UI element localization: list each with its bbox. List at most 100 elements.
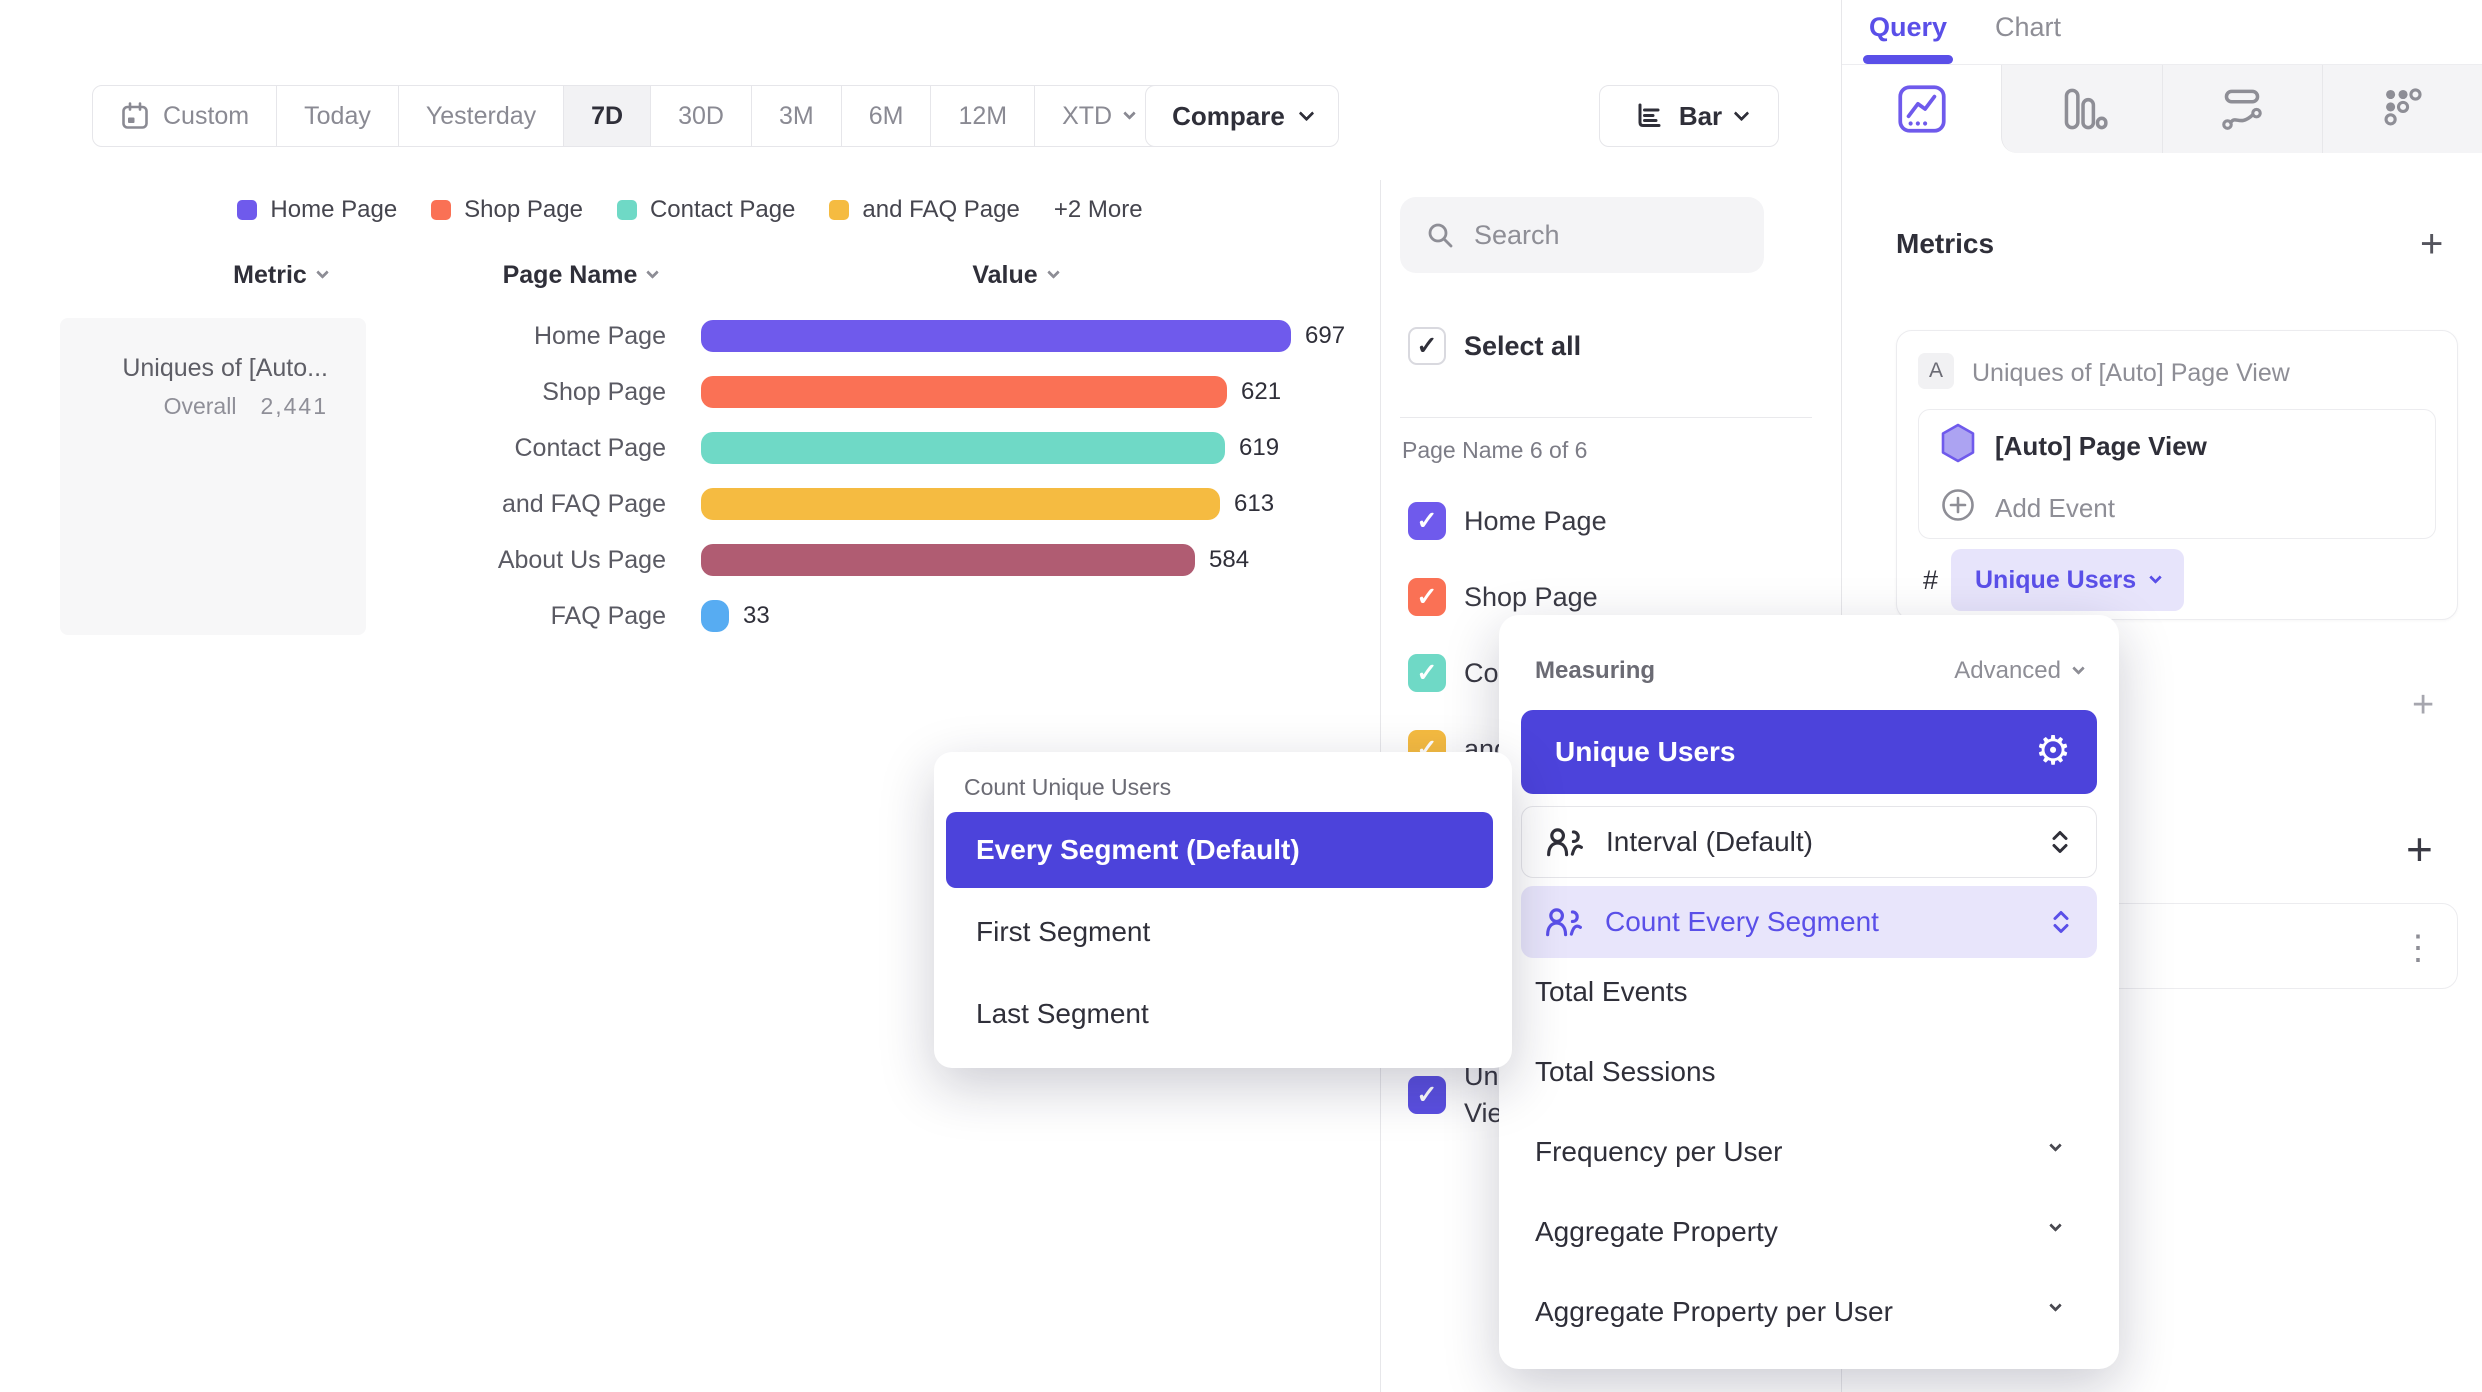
measuring-header: Measuring Advanced xyxy=(1535,657,2083,685)
metric-badge: A xyxy=(1918,353,1954,389)
date-range-12m[interactable]: 12M xyxy=(930,86,1034,146)
column-header-metric[interactable]: Metric xyxy=(190,258,370,292)
measuring-option-total-sessions[interactable]: Total Sessions xyxy=(1535,1052,1716,1092)
series-checkbox-contact-page[interactable]: ✓ xyxy=(1408,654,1446,692)
chevron-down-icon xyxy=(1734,105,1750,121)
chevron-down-icon xyxy=(2149,571,2162,584)
bar-faq-page[interactable] xyxy=(701,600,729,632)
segment-count-popup: Count Unique Users Every Segment (Defaul… xyxy=(934,752,1512,1068)
column-header-value[interactable]: Value xyxy=(900,258,1130,292)
date-range-yesterday[interactable]: Yesterday xyxy=(398,86,563,146)
series-label[interactable]: Home Page xyxy=(1464,502,1607,540)
chevron-down-icon xyxy=(1123,107,1136,120)
date-range-toolbar: Custom Today Yesterday 7D 30D 3M 6M 12M … xyxy=(92,85,1162,147)
legend-swatch xyxy=(237,200,257,220)
chevron-down-icon xyxy=(647,266,660,279)
bar-row: Contact Page 619 xyxy=(0,432,1380,464)
date-range-3m[interactable]: 3M xyxy=(751,86,841,146)
event-name[interactable]: [Auto] Page View xyxy=(1995,431,2207,462)
measuring-option-aggregate-property-per-user[interactable]: Aggregate Property per User xyxy=(1535,1292,2095,1332)
bar-value: 697 xyxy=(1305,320,1345,352)
measuring-option-unique-users[interactable]: Unique Users ⚙ xyxy=(1521,710,2097,794)
add-filter-button[interactable]: + xyxy=(2412,686,2434,724)
interval-selector[interactable]: Interval (Default) xyxy=(1521,806,2097,878)
count-every-segment-selector[interactable]: Count Every Segment xyxy=(1521,886,2097,958)
select-all-checkbox[interactable]: ✓ xyxy=(1408,327,1446,365)
active-tab-indicator xyxy=(1863,55,1953,64)
measure-dropdown[interactable]: Unique Users xyxy=(1951,549,2184,611)
segment-option-first-segment[interactable]: First Segment xyxy=(976,914,1150,950)
select-all-label[interactable]: Select all xyxy=(1464,327,1581,365)
measuring-option-aggregate-property[interactable]: Aggregate Property xyxy=(1535,1212,2095,1252)
add-breakdown-button[interactable]: + xyxy=(2406,826,2433,872)
date-range-xtd[interactable]: XTD xyxy=(1034,86,1161,146)
bar-home-page[interactable] xyxy=(701,320,1291,352)
legend-item[interactable]: Home Page xyxy=(237,196,397,224)
bar-value: 619 xyxy=(1239,432,1279,464)
date-range-6m[interactable]: 6M xyxy=(841,86,931,146)
series-checkbox-shop-page[interactable]: ✓ xyxy=(1408,578,1446,616)
bar-value: 621 xyxy=(1241,376,1281,408)
legend-swatch xyxy=(617,200,637,220)
measuring-title: Measuring xyxy=(1535,657,1655,685)
more-options-icon[interactable]: ⋮ xyxy=(2401,928,2435,968)
segment-option-last-segment[interactable]: Last Segment xyxy=(976,996,1149,1032)
chevron-down-icon xyxy=(2049,1219,2062,1232)
users-icon xyxy=(1546,826,1584,858)
report-type-tabs xyxy=(1842,65,2482,153)
chart-type-dropdown[interactable]: Bar xyxy=(1599,85,1779,147)
chevron-down-icon xyxy=(2049,1299,2062,1312)
chevron-down-icon xyxy=(1047,266,1060,279)
column-header-page-name[interactable]: Page Name xyxy=(470,258,690,292)
measure-hash: # xyxy=(1923,565,1938,596)
check-icon: ✓ xyxy=(1417,331,1438,361)
funnel-bars-icon xyxy=(2053,80,2111,138)
gear-icon[interactable]: ⚙ xyxy=(2035,728,2071,774)
chevron-down-icon xyxy=(2049,1139,2062,1152)
segment-option-every-segment[interactable]: Every Segment (Default) xyxy=(946,812,1493,888)
date-range-custom[interactable]: Custom xyxy=(93,86,276,146)
metric-card: A Uniques of [Auto] Page View [Auto] Pag… xyxy=(1896,330,2458,620)
tab-chart[interactable]: Chart xyxy=(1995,12,2061,43)
measuring-option-frequency-per-user[interactable]: Frequency per User xyxy=(1535,1132,2095,1172)
compare-button[interactable]: Compare xyxy=(1145,85,1339,147)
bar-about-us-page[interactable] xyxy=(701,544,1195,576)
bar-row-label: About Us Page xyxy=(0,544,666,576)
bar-shop-page[interactable] xyxy=(701,376,1227,408)
report-tab-funnels[interactable] xyxy=(2001,65,2161,153)
bar-row-label: Contact Page xyxy=(0,432,666,464)
report-tab-retention[interactable] xyxy=(2322,65,2482,153)
series-checkbox-metric[interactable]: ✓ xyxy=(1408,1076,1446,1114)
bar-value: 613 xyxy=(1234,488,1274,520)
add-event-button[interactable]: Add Event xyxy=(1995,493,2115,524)
advanced-dropdown[interactable]: Advanced xyxy=(1954,657,2083,685)
bar-row: About Us Page 584 xyxy=(0,544,1380,576)
chevron-down-icon xyxy=(1299,105,1315,121)
series-label[interactable]: Shop Page xyxy=(1464,578,1598,616)
bar-value: 33 xyxy=(743,600,770,632)
bar-contact-page[interactable] xyxy=(701,432,1225,464)
search-input[interactable] xyxy=(1474,197,1744,273)
series-checkbox-home-page[interactable]: ✓ xyxy=(1408,502,1446,540)
measuring-option-total-events[interactable]: Total Events xyxy=(1535,972,1688,1012)
legend-more[interactable]: +2 More xyxy=(1054,196,1143,224)
date-range-today[interactable]: Today xyxy=(276,86,398,146)
segment-popup-title: Count Unique Users xyxy=(964,774,1171,801)
add-metric-button[interactable]: + xyxy=(2420,224,2443,264)
date-range-label: Custom xyxy=(163,102,249,131)
bar-row: Home Page 697 xyxy=(0,320,1380,352)
measuring-popup: Measuring Advanced Unique Users ⚙ Interv… xyxy=(1499,615,2119,1369)
legend-item[interactable]: and FAQ Page xyxy=(829,196,1019,224)
retention-dots-icon xyxy=(2373,80,2431,138)
legend-swatch xyxy=(829,200,849,220)
metric-cell[interactable]: Uniques of [Auto... Overall2,441 xyxy=(60,318,366,635)
date-range-7d[interactable]: 7D xyxy=(563,86,650,146)
legend-item[interactable]: Contact Page xyxy=(617,196,795,224)
bar-and-faq-page[interactable] xyxy=(701,488,1220,520)
stepper-icon xyxy=(2050,829,2070,855)
date-range-30d[interactable]: 30D xyxy=(650,86,751,146)
report-tab-flows[interactable] xyxy=(2162,65,2322,153)
legend-item[interactable]: Shop Page xyxy=(431,196,583,224)
tab-query[interactable]: Query xyxy=(1869,12,1947,43)
report-tab-insights[interactable] xyxy=(1842,65,2001,153)
